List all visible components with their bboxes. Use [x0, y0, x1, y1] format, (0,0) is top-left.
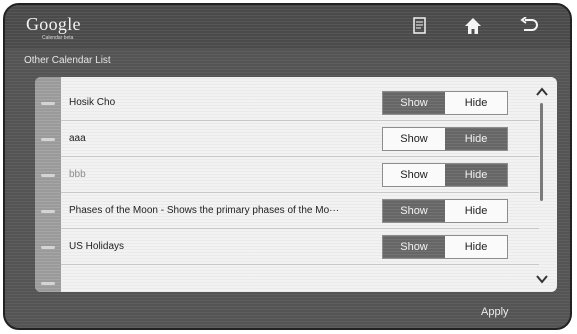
- hide-button[interactable]: Hide: [445, 128, 507, 150]
- calendar-row: Phases of the Moon - Shows the primary p…: [61, 193, 539, 229]
- hide-button[interactable]: Hide: [445, 236, 507, 258]
- show-hide-toggle: Show Hide: [382, 199, 508, 223]
- show-hide-toggle: Show Hide: [382, 91, 508, 115]
- top-bar: Google Calendar beta: [5, 5, 570, 49]
- calendar-name: Phases of the Moon - Shows the primary p…: [69, 205, 340, 216]
- show-button[interactable]: Show: [383, 236, 445, 258]
- show-button[interactable]: Show: [383, 164, 445, 186]
- list-scrollbar[interactable]: [535, 85, 549, 284]
- note-icon[interactable]: [407, 15, 433, 39]
- gutter-marker: [41, 210, 55, 213]
- list-gutter: [35, 77, 61, 292]
- show-hide-toggle: Show Hide: [382, 127, 508, 151]
- page-subtitle: Other Calendar List: [24, 55, 111, 66]
- show-hide-toggle: Show Hide: [382, 163, 508, 187]
- calendar-name: bbb: [69, 169, 86, 180]
- calendar-row: bbb Show Hide: [61, 157, 539, 193]
- show-button[interactable]: Show: [383, 92, 445, 114]
- hide-button[interactable]: Hide: [445, 164, 507, 186]
- gutter-marker: [41, 138, 55, 141]
- scroll-thumb[interactable]: [540, 103, 543, 201]
- calendar-row: aaa Show Hide: [61, 121, 539, 157]
- calendar-row: US Holidays Show Hide: [61, 229, 539, 265]
- calendar-name: US Holidays: [69, 241, 125, 252]
- calendar-row: Hosik Cho Show Hide: [61, 85, 539, 121]
- gutter-marker: [41, 102, 55, 105]
- hide-button[interactable]: Hide: [445, 200, 507, 222]
- hide-button[interactable]: Hide: [445, 92, 507, 114]
- apply-button[interactable]: Apply: [481, 306, 509, 318]
- chevron-down-icon[interactable]: [535, 272, 549, 284]
- calendar-name: aaa: [69, 133, 86, 144]
- gutter-marker: [41, 174, 55, 177]
- chevron-up-icon[interactable]: [535, 85, 549, 97]
- home-icon[interactable]: [460, 15, 486, 39]
- logo-subtext: Calendar beta: [42, 35, 74, 41]
- gutter-marker: [41, 282, 55, 285]
- back-icon[interactable]: [516, 15, 542, 39]
- calendar-name: Hosik Cho: [69, 97, 116, 108]
- google-logo: Google: [26, 14, 81, 34]
- show-hide-toggle: Show Hide: [382, 235, 508, 259]
- show-button[interactable]: Show: [383, 128, 445, 150]
- device-frame: Google Calendar beta Other Calendar List: [3, 3, 572, 330]
- show-button[interactable]: Show: [383, 200, 445, 222]
- calendar-list-panel: Hosik Cho Show Hide aaa Show Hide bbb Sh…: [35, 77, 557, 292]
- gutter-marker: [41, 246, 55, 249]
